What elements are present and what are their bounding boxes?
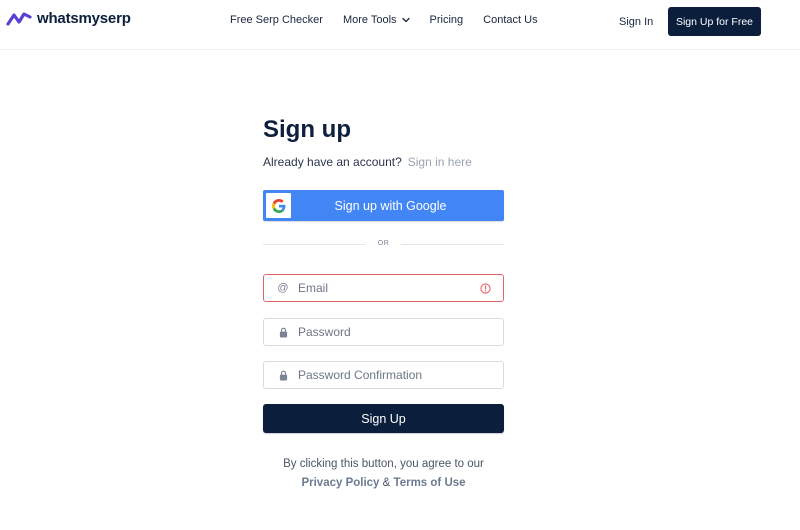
email-input[interactable] (298, 275, 480, 301)
email-field[interactable]: @ (263, 274, 504, 302)
nav-more-tools-label: More Tools (342, 14, 397, 26)
sign-up-submit-button[interactable]: Sign Up (263, 404, 504, 433)
whatsmyserp-logo-icon (6, 11, 32, 26)
sign-up-for-free-button[interactable]: Sign Up for Free (668, 7, 761, 36)
password-input[interactable] (298, 319, 503, 345)
lock-icon (277, 326, 289, 338)
top-navbar: whatsmyserp Free Serp Checker More Tools… (0, 0, 800, 50)
terms-links-row: Privacy Policy & Terms of Use (243, 474, 524, 493)
logo-text: whatsmyserp (37, 10, 131, 27)
sign-in-here-link[interactable]: Sign in here (408, 155, 472, 169)
google-signup-button[interactable]: Sign up with Google (263, 190, 504, 221)
at-sign-icon: @ (277, 282, 289, 294)
nav-contact-us[interactable]: Contact Us (483, 14, 537, 26)
page-title: Sign up (263, 116, 351, 143)
signup-form: Sign up Already have an account? Sign in … (263, 113, 504, 489)
terms-prefix-text: By clicking this button, you agree to ou… (283, 458, 484, 470)
lock-icon (277, 369, 289, 381)
nav-more-tools[interactable]: More Tools (343, 14, 410, 26)
google-signup-label: Sign up with Google (334, 198, 447, 213)
header-sign-in-link[interactable]: Sign In (619, 16, 653, 28)
already-have-account-text: Already have an account? (263, 155, 402, 169)
password-confirmation-field[interactable] (263, 361, 504, 389)
terms-notice: By clicking this button, you agree to ou… (243, 455, 524, 493)
alert-circle-icon (480, 282, 491, 294)
nav-free-serp-checker[interactable]: Free Serp Checker (230, 14, 323, 26)
terms-ampersand: & (382, 477, 391, 489)
chevron-down-icon (401, 17, 410, 23)
logo[interactable]: whatsmyserp (6, 10, 131, 27)
or-divider: OR (263, 238, 504, 250)
main-nav: Free Serp Checker More Tools Pricing Con… (230, 14, 558, 26)
google-g-icon (271, 198, 285, 213)
password-confirmation-input[interactable] (298, 362, 503, 388)
google-logo-box (266, 193, 291, 218)
nav-pricing[interactable]: Pricing (430, 14, 464, 26)
terms-of-use-link[interactable]: Terms of Use (394, 477, 466, 489)
divider-line-right (401, 244, 504, 245)
password-field[interactable] (263, 318, 504, 346)
privacy-policy-link[interactable]: Privacy Policy (301, 477, 379, 489)
already-have-account-row: Already have an account? Sign in here (263, 155, 504, 169)
